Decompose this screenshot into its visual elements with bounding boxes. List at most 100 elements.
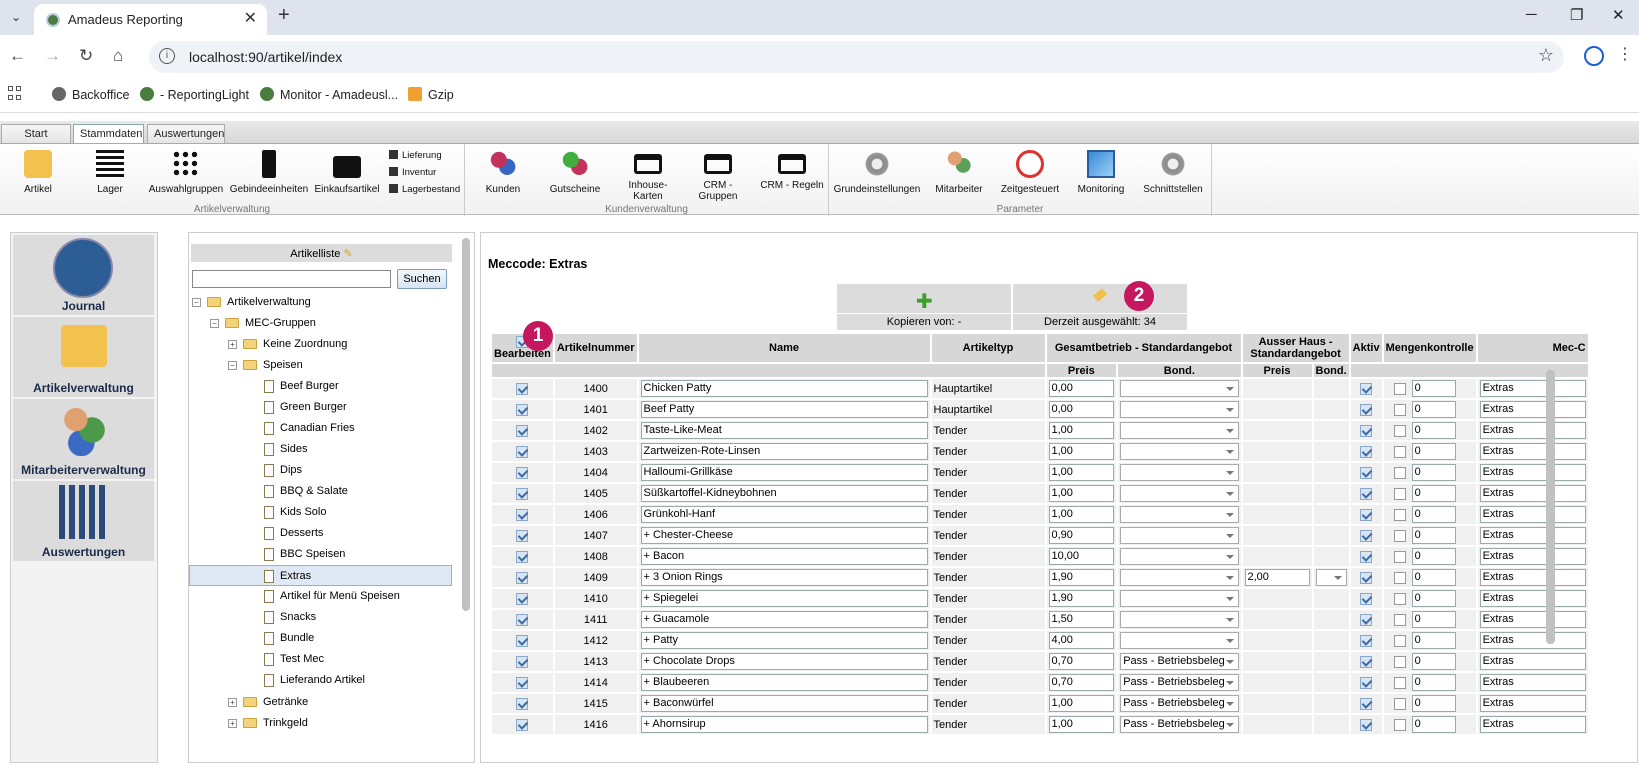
row-select-checkbox[interactable] bbox=[516, 529, 529, 542]
tree-node-leaf[interactable]: Artikel für Menü Speisen bbox=[264, 586, 400, 607]
tab-search-icon[interactable]: ⌄ bbox=[3, 6, 29, 28]
mec-input[interactable]: Extras bbox=[1479, 695, 1586, 712]
minimize-icon[interactable]: ─ bbox=[1526, 6, 1537, 23]
bond-select[interactable] bbox=[1120, 632, 1239, 649]
bond-select[interactable] bbox=[1120, 611, 1239, 628]
aktiv-checkbox[interactable] bbox=[1360, 571, 1373, 584]
collapse-icon[interactable]: − bbox=[210, 318, 219, 328]
preis-input[interactable]: 1,00 bbox=[1048, 464, 1115, 481]
menge-input[interactable]: 0 bbox=[1411, 632, 1456, 649]
aktiv-checkbox[interactable] bbox=[1360, 697, 1373, 710]
row-select-checkbox[interactable] bbox=[516, 634, 529, 647]
preis-input[interactable]: 1,90 bbox=[1048, 590, 1115, 607]
lieferung-button[interactable]: Lieferung bbox=[389, 150, 442, 161]
mec-input[interactable]: Extras bbox=[1479, 590, 1586, 607]
aktiv-checkbox[interactable] bbox=[1360, 592, 1373, 605]
preis-input[interactable]: 1,00 bbox=[1048, 695, 1115, 712]
restore-icon[interactable]: ❐ bbox=[1570, 6, 1583, 24]
mitarbeiter-button[interactable]: Mitarbeiter bbox=[933, 150, 985, 195]
apps-grid-icon[interactable] bbox=[8, 86, 22, 100]
site-info-icon[interactable]: i bbox=[159, 48, 175, 64]
mec-input[interactable]: Extras bbox=[1479, 653, 1586, 670]
aktiv-checkbox[interactable] bbox=[1360, 382, 1373, 395]
mec-input[interactable]: Extras bbox=[1479, 569, 1586, 586]
menge-input[interactable]: 0 bbox=[1411, 422, 1456, 439]
monitoring-button[interactable]: Monitoring bbox=[1075, 150, 1127, 195]
menge-input[interactable]: 0 bbox=[1411, 716, 1456, 733]
menge-input[interactable]: 0 bbox=[1411, 548, 1456, 565]
menge-input[interactable]: 0 bbox=[1411, 401, 1456, 418]
name-input[interactable]: + Guacamole bbox=[640, 611, 928, 628]
name-input[interactable]: Taste-Like-Meat bbox=[640, 422, 928, 439]
mengenkontrolle-checkbox[interactable] bbox=[1393, 508, 1406, 521]
mengenkontrolle-checkbox[interactable] bbox=[1393, 550, 1406, 563]
mengenkontrolle-checkbox[interactable] bbox=[1393, 655, 1406, 668]
row-select-checkbox[interactable] bbox=[516, 550, 529, 563]
tree-node-leaf[interactable]: Extras bbox=[189, 565, 452, 586]
mec-input[interactable]: Extras bbox=[1479, 506, 1586, 523]
preis-input[interactable]: 0,00 bbox=[1048, 401, 1115, 418]
einkaufsartikel-button[interactable]: Einkaufsartikel bbox=[314, 150, 380, 195]
bond-select[interactable] bbox=[1120, 443, 1239, 460]
row-select-checkbox[interactable] bbox=[516, 697, 529, 710]
nav-auswertungen[interactable]: Auswertungen bbox=[13, 481, 154, 561]
inventur-button[interactable]: Inventur bbox=[389, 167, 436, 178]
gebindeeinheiten-button[interactable]: Gebindeeinheiten bbox=[229, 150, 309, 195]
aktiv-checkbox[interactable] bbox=[1360, 613, 1373, 626]
preis-input[interactable]: 1,00 bbox=[1048, 716, 1115, 733]
tab-auswertungen[interactable]: Auswertungen bbox=[147, 124, 225, 144]
name-input[interactable]: + Bacon bbox=[640, 548, 928, 565]
name-input[interactable]: Beef Patty bbox=[640, 401, 928, 418]
bookmark-gzip[interactable]: Gzip bbox=[408, 87, 454, 102]
bond-select[interactable]: Pass - Betriebsbeleg bbox=[1120, 716, 1239, 733]
mengenkontrolle-checkbox[interactable] bbox=[1393, 424, 1406, 437]
aktiv-checkbox[interactable] bbox=[1360, 424, 1373, 437]
tree-node-leaf[interactable]: Dips bbox=[264, 460, 302, 481]
close-tab-icon[interactable]: ✕ bbox=[244, 8, 257, 28]
lagerbestand-button[interactable]: Lagerbestand bbox=[389, 184, 460, 195]
tree-node-leaf[interactable]: Lieferando Artikel bbox=[264, 670, 365, 691]
tab-stammdaten[interactable]: Stammdaten bbox=[73, 124, 144, 145]
tree-node-leaf[interactable]: Green Burger bbox=[264, 397, 347, 418]
mec-input[interactable]: Extras bbox=[1479, 632, 1586, 649]
mengenkontrolle-checkbox[interactable] bbox=[1393, 403, 1406, 416]
mengenkontrolle-checkbox[interactable] bbox=[1393, 382, 1406, 395]
row-select-checkbox[interactable] bbox=[516, 508, 529, 521]
grundeinstellungen-button[interactable]: Grundeinstellungen bbox=[833, 150, 921, 195]
browser-tab[interactable]: Amadeus Reporting ✕ bbox=[34, 4, 267, 35]
tree-node-leaf[interactable]: Snacks bbox=[264, 607, 316, 628]
name-input[interactable]: + Baconwürfel bbox=[640, 695, 928, 712]
name-input[interactable]: + Ahornsirup bbox=[640, 716, 928, 733]
tree-node-leaf[interactable]: Sides bbox=[264, 439, 308, 460]
menge-input[interactable]: 0 bbox=[1411, 380, 1456, 397]
row-select-checkbox[interactable] bbox=[516, 571, 529, 584]
mengenkontrolle-checkbox[interactable] bbox=[1393, 718, 1406, 731]
tree-node-leaf[interactable]: Beef Burger bbox=[264, 376, 339, 397]
reload-icon[interactable]: ↻ bbox=[79, 46, 93, 66]
mengenkontrolle-checkbox[interactable] bbox=[1393, 634, 1406, 647]
mec-input[interactable]: Extras bbox=[1479, 422, 1586, 439]
bond-select[interactable] bbox=[1120, 590, 1239, 607]
preis-input[interactable]: 0,00 bbox=[1048, 380, 1115, 397]
mengenkontrolle-checkbox[interactable] bbox=[1393, 529, 1406, 542]
mec-input[interactable]: Extras bbox=[1479, 464, 1586, 481]
aktiv-checkbox[interactable] bbox=[1360, 550, 1373, 563]
bond-select[interactable] bbox=[1120, 380, 1239, 397]
menge-input[interactable]: 0 bbox=[1411, 569, 1456, 586]
preis-input[interactable]: 4,00 bbox=[1048, 632, 1115, 649]
preis-input[interactable]: 1,50 bbox=[1048, 611, 1115, 628]
row-select-checkbox[interactable] bbox=[516, 445, 529, 458]
tree-node-speisen[interactable]: − Speisen bbox=[228, 355, 303, 376]
edit-button[interactable]: Derzeit ausgewählt: 34 bbox=[1013, 284, 1187, 330]
name-input[interactable]: + Spiegelei bbox=[640, 590, 928, 607]
mec-input[interactable]: Extras bbox=[1479, 674, 1586, 691]
name-input[interactable]: + Chocolate Drops bbox=[640, 653, 928, 670]
mengenkontrolle-checkbox[interactable] bbox=[1393, 613, 1406, 626]
lager-button[interactable]: Lager bbox=[92, 150, 128, 195]
mec-input[interactable]: Extras bbox=[1479, 548, 1586, 565]
name-input[interactable]: Halloumi-Grillkäse bbox=[640, 464, 928, 481]
bookmark-backoffice[interactable]: Backoffice bbox=[52, 87, 129, 102]
aktiv-checkbox[interactable] bbox=[1360, 466, 1373, 479]
mengenkontrolle-checkbox[interactable] bbox=[1393, 487, 1406, 500]
browser-menu-icon[interactable]: ⋮ bbox=[1617, 44, 1633, 64]
